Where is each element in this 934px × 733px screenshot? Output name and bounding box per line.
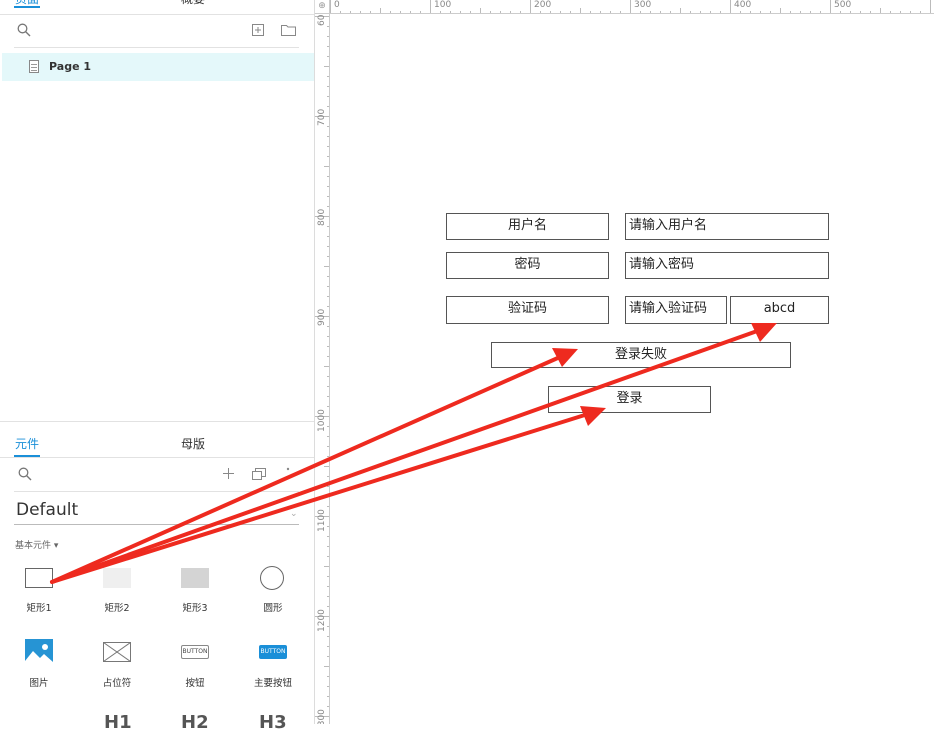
ruler-label: 0 (334, 0, 340, 10)
widget-circle[interactable]: 圆形 (234, 563, 312, 623)
more-icon[interactable] (286, 467, 290, 479)
tab-pages-underline (14, 6, 40, 8)
captcha-label-box[interactable]: 验证码 (446, 296, 609, 324)
widget-image[interactable]: 图片 (0, 637, 78, 697)
tab-masters[interactable]: 母版 (181, 435, 205, 452)
login-error-box[interactable]: 登录失败 (491, 342, 791, 368)
widget-label: 矩形1 (26, 603, 52, 614)
password-input-box[interactable]: 请输入密码 (625, 252, 829, 279)
rectangle-icon (181, 568, 209, 588)
page-list-item[interactable]: Page 1 (2, 53, 314, 81)
ruler-label: 700 (317, 108, 327, 126)
widget-label: 圆形 (263, 603, 283, 614)
ruler-label: 800 (317, 208, 327, 226)
ruler-left: 600 700 800 900 1000 1100 1200 1300 (315, 14, 330, 724)
ruler-label: 1300 (317, 709, 327, 724)
password-label-box[interactable]: 密码 (446, 252, 609, 279)
add-page-icon[interactable] (252, 24, 264, 36)
widget-rectangle-3[interactable]: 矩形3 (156, 563, 234, 623)
username-input-box[interactable]: 请输入用户名 (625, 213, 829, 240)
page-label: Page 1 (49, 60, 92, 73)
tab-outline[interactable]: 概要 (181, 0, 205, 7)
ruler-label: 600 (317, 14, 327, 26)
ruler-label: 1200 (317, 609, 327, 632)
copy-library-icon[interactable] (252, 468, 266, 480)
placeholder-icon (103, 642, 131, 662)
ruler-label: 200 (534, 0, 552, 10)
divider (0, 14, 314, 15)
search-icon[interactable] (17, 23, 31, 37)
widget-button[interactable]: BUTTON 按钮 (156, 637, 234, 697)
ruler-label: 400 (734, 0, 752, 10)
design-canvas[interactable]: 用户名 请输入用户名 密码 请输入密码 验证码 请输入验证码 abcd 登录失败… (331, 15, 934, 724)
ruler-label: 1000 (317, 409, 327, 432)
ruler-label: 900 (317, 308, 327, 326)
captcha-input-box[interactable]: 请输入验证码 (625, 296, 727, 324)
widget-placeholder[interactable]: 占位符 (78, 637, 156, 697)
login-button-box[interactable]: 登录 (548, 386, 711, 413)
widget-label: 占位符 (102, 678, 132, 689)
library-select[interactable]: Default (16, 500, 78, 520)
button-icon: BUTTON (181, 645, 209, 659)
divider (14, 491, 299, 492)
widget-rectangle-2[interactable]: 矩形2 (78, 563, 156, 623)
widget-heading-1[interactable]: H1 (104, 712, 132, 733)
ruler-label: 100 (434, 0, 452, 10)
primary-button-icon: BUTTON (259, 645, 287, 659)
pages-tabbar: 页面 概要 (0, 0, 314, 20)
add-folder-icon[interactable] (281, 24, 296, 36)
widget-label: 图片 (29, 678, 49, 689)
rectangle-icon (25, 568, 53, 588)
divider (0, 421, 314, 422)
left-panel: 页面 概要 Page 1 元件 母版 Default ⌄ (0, 0, 315, 733)
image-icon (25, 639, 53, 667)
widget-label: 按钮 (185, 678, 205, 689)
ruler-origin-icon[interactable]: ⊕ (315, 0, 330, 14)
ruler-label: 1100 (317, 509, 327, 532)
username-label-box[interactable]: 用户名 (446, 213, 609, 240)
divider (14, 524, 299, 525)
divider (0, 457, 314, 458)
widget-label: 矩形2 (104, 603, 130, 614)
ruler-label: 500 (834, 0, 852, 10)
widget-heading-3[interactable]: H3 (259, 712, 287, 733)
rectangle-icon (103, 568, 131, 588)
captcha-code-box[interactable]: abcd (730, 296, 829, 324)
widget-rectangle-1[interactable]: 矩形1 (0, 563, 78, 623)
widget-label: 矩形3 (182, 603, 208, 614)
tab-widgets[interactable]: 元件 (15, 435, 39, 452)
section-basic-widgets[interactable]: 基本元件 ▾ (15, 538, 58, 551)
page-icon (29, 60, 39, 73)
library-dropdown-icon[interactable]: ⌄ (290, 509, 298, 519)
circle-icon (260, 566, 284, 590)
widget-label: 主要按钮 (253, 678, 292, 689)
ruler-top: 0 100 200 300 400 500 (330, 0, 934, 14)
search-icon[interactable] (18, 467, 32, 481)
divider (14, 47, 299, 48)
widget-heading-2[interactable]: H2 (181, 712, 209, 733)
widget-primary-button[interactable]: BUTTON 主要按钮 (234, 637, 312, 697)
ruler-label: 300 (634, 0, 652, 10)
add-library-icon[interactable] (223, 468, 234, 479)
